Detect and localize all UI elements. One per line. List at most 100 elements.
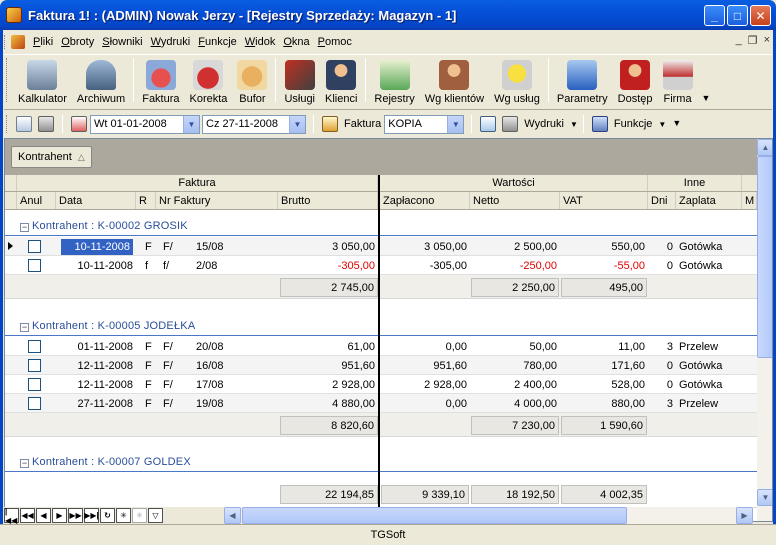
menu-widok[interactable]: Widok [241,36,280,48]
minimize-button[interactable]: _ [704,5,725,26]
menu-wydruki[interactable]: Wydruki [147,36,195,48]
next-page-icon[interactable]: ▶▶ [68,508,83,523]
col-anul[interactable]: Anul [17,192,56,209]
scroll-left-icon[interactable]: ◀ [224,507,241,524]
table-row[interactable]: 10-11-2008 F F/ 15/08 3 050,00 3 050,00 … [5,237,757,256]
group-row-k-00007[interactable]: − Kontrahent : K-00007 GOLDEX [5,446,757,472]
registers-button[interactable]: Rejestry [369,60,419,105]
vertical-scrollbar[interactable]: ▲ ▼ [757,139,772,521]
horizontal-scrollbar[interactable]: ◀ ▶ [224,507,753,524]
document-icon[interactable] [11,35,25,49]
col-m[interactable]: M [742,192,757,209]
collapse-icon[interactable]: − [20,459,29,468]
anul-checkbox[interactable] [28,359,41,372]
date-from-picker[interactable]: Wt 01-01-2008 ▼ [90,114,200,134]
col-r[interactable]: R [136,192,156,209]
anul-checkbox[interactable] [28,397,41,410]
chevron-down-icon[interactable]: ▼ [289,115,305,133]
band-inne[interactable]: Inne [648,175,742,191]
by-services-button[interactable]: Wg usług [489,60,545,105]
chevron-down-icon[interactable]: ▼ [658,120,666,129]
nr-cell: 2/08 [196,259,218,272]
table-row[interactable]: 01-11-2008 F F/ 20/08 61,00 0,00 50,00 1… [5,337,757,356]
refresh-icon[interactable]: ↻ [100,508,115,523]
group-row-k-00002[interactable]: − Kontrahent : K-00002 GROSIK [5,210,757,236]
services-button[interactable]: Usługi [279,60,320,105]
app-icon[interactable] [6,7,22,23]
prints-menu-button[interactable]: Wydruki [524,118,564,130]
mdi-restore-button[interactable]: ❐ [748,34,758,47]
insert-record-icon[interactable]: ✳ [116,508,131,523]
table-row[interactable]: 12-11-2008 F F/ 16/08 951,60 951,60 780,… [5,356,757,375]
table-row[interactable]: 27-11-2008 F F/ 19/08 4 880,00 0,00 4 00… [5,394,757,413]
col-zaplacono[interactable]: Zapłacono [380,192,470,209]
mdi-close-button[interactable]: × [764,34,770,47]
last-page-icon[interactable]: ▶▶| [84,508,99,523]
calendar-icon[interactable] [71,116,87,132]
toolbar-overflow-chevron-icon[interactable]: ▼ [672,118,681,128]
menu-funkcje[interactable]: Funkcje [194,36,241,48]
preview-icon[interactable] [16,116,32,132]
col-netto[interactable]: Netto [470,192,560,209]
band-wartosci[interactable]: Wartości [380,175,648,191]
toolbar-grip[interactable] [6,58,9,102]
access-button[interactable]: Dostęp [613,60,658,105]
mdi-minimize-button[interactable]: _ [736,34,742,47]
next-record-icon[interactable]: ▶ [52,508,67,523]
archive-button[interactable]: Archiwum [72,60,130,105]
anul-checkbox[interactable] [28,259,41,272]
prev-page-icon[interactable]: ◀◀ [20,508,35,523]
group-by-kontrahent-chip[interactable]: Kontrahent △ [11,146,92,168]
anul-checkbox[interactable] [28,340,41,353]
menu-pliki[interactable]: Pliki [29,36,57,48]
doc-type-select[interactable]: KOPIA ▼ [384,114,465,134]
chevron-down-icon[interactable]: ▼ [447,115,464,133]
by-clients-button[interactable]: Wg klientów [420,60,489,105]
col-nr-faktury[interactable]: Nr Faktury [156,192,278,209]
scroll-right-icon[interactable]: ▶ [736,507,753,524]
filter-toolbar-grip[interactable] [6,115,9,133]
vertical-scroll-thumb[interactable] [757,156,772,358]
scroll-up-icon[interactable]: ▲ [757,139,772,156]
collapse-icon[interactable]: − [20,223,29,232]
print-icon[interactable] [38,116,54,132]
filter-icon[interactable]: ▽ [148,508,163,523]
date-to-picker[interactable]: Cz 27-11-2008 ▼ [202,114,306,134]
table-row[interactable]: 12-11-2008 F F/ 17/08 2 928,00 2 928,00 … [5,375,757,394]
calculator-button[interactable]: Kalkulator [13,60,72,105]
toolbar-overflow-chevron-icon[interactable]: ▼ [702,93,711,103]
company-button[interactable]: Firma [658,60,698,105]
anul-checkbox[interactable] [28,240,41,253]
col-data[interactable]: Data [56,192,136,209]
group-row-k-00005[interactable]: − Kontrahent : K-00005 JODEŁKA [5,310,757,336]
invoice-button[interactable]: Faktura [137,60,184,105]
horizontal-scroll-thumb[interactable] [242,507,627,524]
chevron-down-icon[interactable]: ▼ [183,115,199,133]
correction-button[interactable]: Korekta [185,60,233,105]
menu-okna[interactable]: Okna [279,36,313,48]
first-page-icon[interactable]: |◀◀ [4,507,19,525]
menu-slowniki[interactable]: Słowniki [98,36,146,48]
chevron-down-icon[interactable]: ▼ [570,120,578,129]
prev-record-icon[interactable]: ◀ [36,508,51,523]
menu-grip[interactable] [4,35,7,49]
col-zaplata[interactable]: Zaplata [676,192,742,209]
close-button[interactable]: ✕ [750,5,771,26]
functions-menu-button[interactable]: Funkcje [614,118,653,130]
col-vat[interactable]: VAT [560,192,648,209]
band-faktura[interactable]: Faktura [17,175,378,191]
collapse-icon[interactable]: − [20,323,29,332]
email-icon[interactable] [480,116,497,132]
maximize-button[interactable]: □ [727,5,748,26]
anul-checkbox[interactable] [28,378,41,391]
parameters-button[interactable]: Parametry [552,60,613,105]
col-brutto[interactable]: Brutto [278,192,378,209]
table-row[interactable]: 10-11-2008 f f/ 2/08 -305,00 -305,00 -25… [5,256,757,275]
clients-button[interactable]: Klienci [320,60,362,105]
menu-obroty[interactable]: Obroty [57,36,98,48]
buffer-button[interactable]: Bufor [232,60,272,105]
scroll-down-icon[interactable]: ▼ [757,489,772,506]
brutto-cell: 61,00 [347,340,375,353]
col-dni[interactable]: Dni [648,192,676,209]
menu-pomoc[interactable]: Pomoc [314,36,356,48]
